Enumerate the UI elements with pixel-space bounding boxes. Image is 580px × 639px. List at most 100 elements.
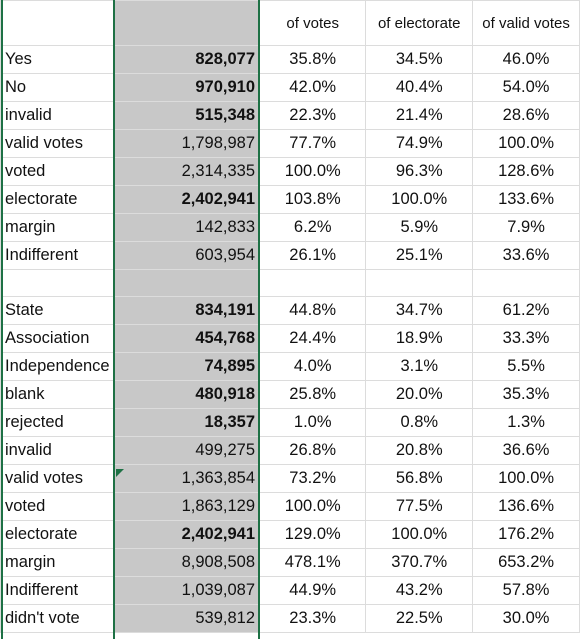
row-value-cell[interactable]: 2,402,941 (113, 520, 261, 549)
row-of-valid-votes-cell[interactable] (472, 269, 580, 297)
row-value-cell[interactable]: 1,039,087 (113, 576, 261, 605)
row-label-cell[interactable]: rejected (0, 408, 115, 437)
row-value-cell[interactable]: 2,402,941 (113, 185, 261, 214)
header-of-votes[interactable]: of votes (259, 0, 367, 46)
row-value-cell[interactable]: 1,863,129 (113, 492, 261, 521)
row-value-cell[interactable]: 74,895 (113, 352, 261, 381)
row-value-cell[interactable]: 1,798,987 (113, 129, 261, 158)
row-of-valid-votes-cell[interactable]: 28.6% (472, 101, 580, 130)
row-of-votes-cell[interactable]: 26.8% (259, 436, 367, 465)
row-of-votes-cell[interactable]: 129.0% (259, 520, 367, 549)
row-label-cell[interactable]: Indifferent (0, 241, 115, 270)
row-value-cell[interactable]: 8,908,508 (113, 548, 261, 577)
header-cell-a[interactable] (0, 0, 115, 46)
cell-error-indicator-icon[interactable] (116, 469, 124, 477)
row-label-cell[interactable]: No (0, 73, 115, 102)
row-of-electorate-cell[interactable]: 21.4% (365, 101, 474, 130)
row-of-electorate-cell[interactable]: 56.8% (365, 464, 474, 493)
row-of-votes-cell[interactable]: 26.1% (259, 241, 367, 270)
row-label-cell[interactable]: valid votes (0, 464, 115, 493)
row-label-cell[interactable]: voted (0, 157, 115, 186)
row-label-cell[interactable]: Indifferent (0, 576, 115, 605)
row-of-electorate-cell[interactable]: 34.5% (365, 45, 474, 74)
row-value-cell[interactable]: 834,191 (113, 296, 261, 325)
row-of-electorate-cell[interactable]: 20.0% (365, 380, 474, 409)
row-of-valid-votes-cell[interactable]: 57.8% (472, 576, 580, 605)
row-of-valid-votes-cell[interactable]: 136.6% (472, 492, 580, 521)
row-of-valid-votes-cell[interactable]: 1.3% (472, 408, 580, 437)
row-of-valid-votes-cell[interactable]: 176.2% (472, 520, 580, 549)
row-of-electorate-cell[interactable] (365, 269, 474, 297)
row-of-votes-cell[interactable]: 44.8% (259, 296, 367, 325)
row-of-electorate-cell[interactable]: 43.2% (365, 576, 474, 605)
header-of-electorate[interactable]: of electorate (365, 0, 474, 46)
row-value-cell[interactable]: 828,077 (113, 45, 261, 74)
row-label-cell[interactable]: margin (0, 548, 115, 577)
row-of-valid-votes-cell[interactable]: 5.5% (472, 352, 580, 381)
row-label-cell[interactable]: State (0, 296, 115, 325)
row-label-cell[interactable]: margin (0, 213, 115, 242)
row-of-votes-cell[interactable]: 73.2% (259, 464, 367, 493)
row-of-valid-votes-cell[interactable]: 61.2% (472, 296, 580, 325)
row-label-cell[interactable]: Independence (0, 352, 115, 381)
row-of-electorate-cell[interactable]: 34.7% (365, 296, 474, 325)
row-value-cell[interactable]: 1,363,854 (113, 464, 261, 493)
row-of-votes-cell[interactable]: 42.0% (259, 73, 367, 102)
row-of-electorate-cell[interactable]: 3.1% (365, 352, 474, 381)
row-label-cell[interactable]: voted (0, 492, 115, 521)
row-of-valid-votes-cell[interactable]: 133.6% (472, 185, 580, 214)
row-of-valid-votes-cell[interactable]: 54.0% (472, 73, 580, 102)
row-value-cell[interactable]: 18,357 (113, 408, 261, 437)
row-label-cell[interactable]: blank (0, 380, 115, 409)
row-of-votes-cell[interactable]: 103.8% (259, 185, 367, 214)
row-of-electorate-cell[interactable]: 370.7% (365, 548, 474, 577)
row-of-valid-votes-cell[interactable]: 36.6% (472, 436, 580, 465)
row-value-cell[interactable]: 539,812 (113, 604, 261, 633)
row-value-cell[interactable]: 515,348 (113, 101, 261, 130)
row-of-votes-cell[interactable]: 35.8% (259, 45, 367, 74)
row-of-electorate-cell[interactable]: 74.9% (365, 129, 474, 158)
row-of-votes-cell[interactable]: 100.0% (259, 157, 367, 186)
row-of-votes-cell[interactable]: 23.3% (259, 604, 367, 633)
row-of-votes-cell[interactable]: 478.1% (259, 548, 367, 577)
row-value-cell[interactable]: 2,314,335 (113, 157, 261, 186)
row-value-cell[interactable]: 970,910 (113, 73, 261, 102)
row-of-electorate-cell[interactable]: 100.0% (365, 185, 474, 214)
row-of-valid-votes-cell[interactable]: 33.3% (472, 324, 580, 353)
row-value-cell[interactable]: 603,954 (113, 241, 261, 270)
row-of-valid-votes-cell[interactable]: 100.0% (472, 464, 580, 493)
row-of-valid-votes-cell[interactable]: 7.9% (472, 213, 580, 242)
row-of-electorate-cell[interactable]: 18.9% (365, 324, 474, 353)
row-of-electorate-cell[interactable]: 25.1% (365, 241, 474, 270)
row-label-cell[interactable]: invalid (0, 101, 115, 130)
row-of-votes-cell[interactable]: 44.9% (259, 576, 367, 605)
row-value-cell[interactable]: 454,768 (113, 324, 261, 353)
row-of-valid-votes-cell[interactable]: 30.0% (472, 604, 580, 633)
row-label-cell[interactable]: invalid (0, 436, 115, 465)
row-of-votes-cell[interactable]: 4.0% (259, 352, 367, 381)
header-of-valid-votes[interactable]: of valid votes (472, 0, 580, 46)
row-of-votes-cell[interactable]: 77.7% (259, 129, 367, 158)
row-of-votes-cell[interactable]: 1.0% (259, 408, 367, 437)
row-of-electorate-cell[interactable]: 22.5% (365, 604, 474, 633)
row-label-cell[interactable]: Association (0, 324, 115, 353)
row-of-valid-votes-cell[interactable]: 128.6% (472, 157, 580, 186)
row-of-electorate-cell[interactable]: 40.4% (365, 73, 474, 102)
row-of-valid-votes-cell[interactable]: 653.2% (472, 548, 580, 577)
row-value-cell[interactable]: 480,918 (113, 380, 261, 409)
row-label-cell[interactable]: didn't vote (0, 604, 115, 633)
row-of-votes-cell[interactable] (259, 269, 367, 297)
row-value-cell[interactable]: 142,833 (113, 213, 261, 242)
row-label-cell[interactable]: electorate (0, 520, 115, 549)
row-of-electorate-cell[interactable]: 96.3% (365, 157, 474, 186)
row-of-votes-cell[interactable]: 6.2% (259, 213, 367, 242)
row-of-valid-votes-cell[interactable]: 100.0% (472, 129, 580, 158)
row-of-electorate-cell[interactable]: 100.0% (365, 520, 474, 549)
row-of-votes-cell[interactable]: 25.8% (259, 380, 367, 409)
row-value-cell[interactable] (113, 269, 261, 297)
row-label-cell[interactable]: electorate (0, 185, 115, 214)
row-label-cell[interactable]: Yes (0, 45, 115, 74)
row-label-cell[interactable] (0, 269, 115, 297)
row-of-electorate-cell[interactable]: 20.8% (365, 436, 474, 465)
row-of-valid-votes-cell[interactable]: 35.3% (472, 380, 580, 409)
